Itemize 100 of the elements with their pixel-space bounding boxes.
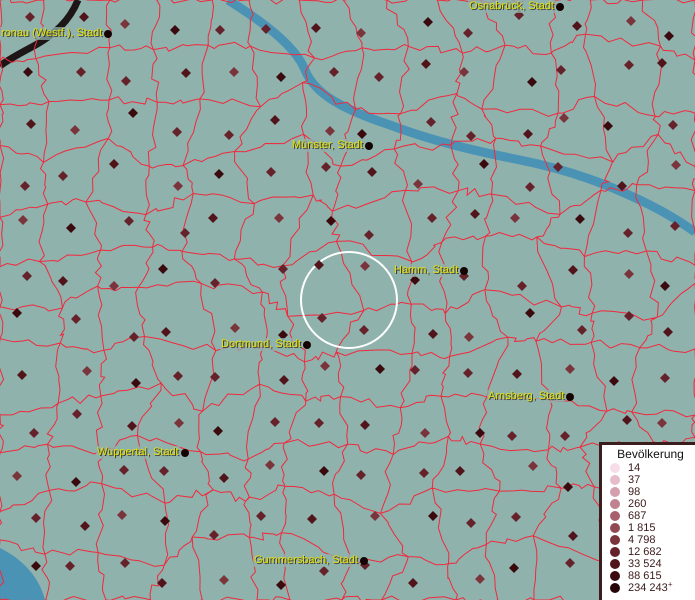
population-marker <box>462 28 473 38</box>
city-dot-icon <box>303 340 312 348</box>
population-marker <box>270 417 280 428</box>
population-marker <box>624 269 634 280</box>
population-marker <box>278 330 288 340</box>
population-marker <box>328 66 339 77</box>
population-marker <box>364 230 374 240</box>
population-marker <box>265 460 276 470</box>
population-marker <box>326 216 336 226</box>
place-label: Arnsberg, Stadt <box>487 390 566 403</box>
population-marker <box>260 24 271 34</box>
population-marker <box>208 213 218 224</box>
population-marker <box>314 260 324 270</box>
population-marker <box>307 514 318 524</box>
population-marker <box>214 169 224 180</box>
population-marker <box>420 428 430 438</box>
population-marker <box>160 516 170 526</box>
population-marker <box>426 212 437 223</box>
population-marker <box>117 510 128 520</box>
population-marker <box>318 466 329 476</box>
population-marker <box>657 58 668 68</box>
population-marker <box>512 369 522 380</box>
population-marker <box>466 518 476 528</box>
population-marker <box>124 216 134 226</box>
population-marker <box>608 376 619 386</box>
population-marker <box>18 215 28 226</box>
population-marker <box>426 117 436 128</box>
population-marker <box>256 511 266 522</box>
population-marker <box>70 124 80 135</box>
population-marker <box>558 112 569 123</box>
population-marker <box>109 158 120 169</box>
population-marker <box>617 180 628 191</box>
population-marker <box>76 67 86 78</box>
population-marker <box>356 129 367 140</box>
place-label: Hamm, Stadt <box>393 264 460 277</box>
population-marker <box>356 470 366 480</box>
legend-label: 88 615 <box>628 570 662 582</box>
population-marker <box>230 323 240 334</box>
population-marker <box>79 12 90 22</box>
population-marker <box>528 460 538 471</box>
population-marker <box>464 332 474 342</box>
population-marker <box>553 162 564 172</box>
legend-label: 234 243$^{+}$ <box>628 582 673 594</box>
city-dot-icon <box>566 392 574 400</box>
population-marker <box>130 378 141 388</box>
population-marker <box>410 274 420 285</box>
population-marker <box>366 167 377 178</box>
population-marker <box>314 418 324 428</box>
population-marker <box>466 131 476 142</box>
population-marker <box>30 560 41 571</box>
population-marker <box>660 372 670 383</box>
population-marker <box>525 182 536 192</box>
population-marker <box>12 308 22 318</box>
population-marker <box>660 280 670 291</box>
city-dot-icon <box>104 30 112 38</box>
population-marker <box>28 428 39 438</box>
population-marker <box>420 58 431 69</box>
population-marker <box>356 28 366 38</box>
population-marker <box>72 408 82 419</box>
population-marker <box>71 314 82 324</box>
legend-label: 687 <box>628 510 646 522</box>
population-marker <box>656 418 667 428</box>
population-marker <box>413 178 424 189</box>
population-marker <box>224 130 234 140</box>
population-marker <box>556 64 566 75</box>
population-marker <box>158 466 169 476</box>
population-marker <box>22 270 32 281</box>
city-dot-icon <box>360 556 368 564</box>
population-marker <box>23 66 34 77</box>
population-marker <box>360 260 370 271</box>
population-marker <box>172 126 182 137</box>
population-marker <box>270 115 280 126</box>
legend-label: 260 <box>628 498 646 510</box>
population-marker <box>120 19 130 30</box>
city-dot-icon <box>364 142 373 150</box>
population-marker <box>266 166 276 177</box>
population-marker <box>524 308 535 318</box>
population-marker <box>172 181 183 192</box>
population-marker <box>670 160 681 170</box>
population-marker <box>506 430 517 441</box>
population-marker <box>560 430 570 441</box>
population-marker <box>422 17 433 28</box>
population-marker <box>218 473 229 484</box>
population-marker <box>228 67 239 78</box>
place-label: Osnabrück, Stadt <box>468 0 555 13</box>
population-marker <box>26 119 36 130</box>
population-marker <box>624 60 634 70</box>
population-marker <box>624 311 634 321</box>
population-marker <box>375 364 386 374</box>
population-marker <box>158 264 168 274</box>
population-marker <box>170 24 180 35</box>
population-marker <box>374 72 384 82</box>
population-marker <box>572 20 582 31</box>
population-marker <box>517 280 528 291</box>
legend-label: 33 524 <box>628 558 662 570</box>
population-marker <box>474 428 485 438</box>
population-marker <box>173 371 184 382</box>
population-marker <box>320 162 331 172</box>
population-marker <box>278 264 288 274</box>
population-marker <box>622 414 632 425</box>
